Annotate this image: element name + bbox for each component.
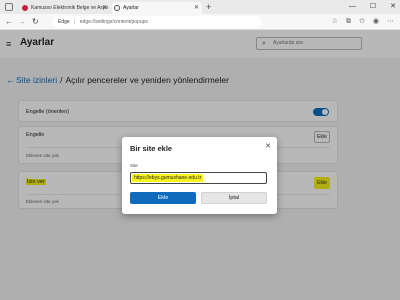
add-site-dialog: Bir site ekle ✕ Site https://ebys.gumush… [122, 137, 277, 214]
collections-icon[interactable]: ⧉ [346, 16, 351, 28]
gear-icon [114, 5, 120, 11]
window-controls: — ☐ ✕ [349, 0, 396, 14]
favorites-bar-icon[interactable]: ✩ [359, 16, 365, 28]
tab-title: Kamusso Elektronik Belge ve Arşiv [31, 5, 109, 11]
site-url-input[interactable]: https://ebys.gumushane.edu.tr [130, 172, 267, 184]
forward-arrow-icon[interactable]: → [18, 16, 26, 28]
edge-site-label: Edge [58, 19, 70, 25]
cancel-button[interactable]: İptal [201, 192, 267, 204]
toolbar-icons: ☆ ⧉ ✩ ◉ ⋯ [332, 16, 394, 28]
minimize-icon[interactable]: — [349, 0, 356, 14]
url-field[interactable]: Edge | edge://settings/content/popups [52, 16, 262, 28]
address-bar: ← → ↻ Edge | edge://settings/content/pop… [0, 14, 400, 30]
favorites-star-icon[interactable]: ☆ [332, 16, 338, 28]
profile-icon[interactable]: ◉ [373, 16, 379, 28]
tab-kamusso[interactable]: Kamusso Elektronik Belge ve Arşiv ✕ [20, 2, 110, 14]
site-field-label: Site [130, 163, 138, 168]
dialog-title: Bir site ekle [130, 144, 173, 153]
url-text: edge://settings/content/popups [79, 19, 148, 25]
url-separator: | [74, 19, 76, 25]
close-window-icon[interactable]: ✕ [390, 0, 396, 14]
add-button[interactable]: Ekle [130, 192, 196, 204]
tab-settings[interactable]: Ayarlar ✕ [112, 2, 202, 14]
site-url-value: https://ebys.gumushane.edu.tr [132, 174, 204, 182]
close-icon[interactable]: ✕ [265, 142, 271, 150]
refresh-icon[interactable]: ↻ [32, 16, 39, 28]
new-tab-icon[interactable]: + [206, 1, 211, 13]
more-menu-icon[interactable]: ⋯ [387, 16, 394, 28]
tab-close-icon[interactable]: ✕ [194, 2, 199, 14]
maximize-icon[interactable]: ☐ [370, 0, 376, 14]
tab-bar: Kamusso Elektronik Belge ve Arşiv ✕ Ayar… [0, 0, 400, 14]
tab-close-icon[interactable]: ✕ [102, 2, 107, 14]
back-arrow-icon[interactable]: ← [5, 16, 13, 28]
tab-actions-icon[interactable] [5, 3, 13, 11]
tab-title: Ayarlar [123, 5, 139, 11]
kamusso-favicon-icon [22, 5, 28, 11]
